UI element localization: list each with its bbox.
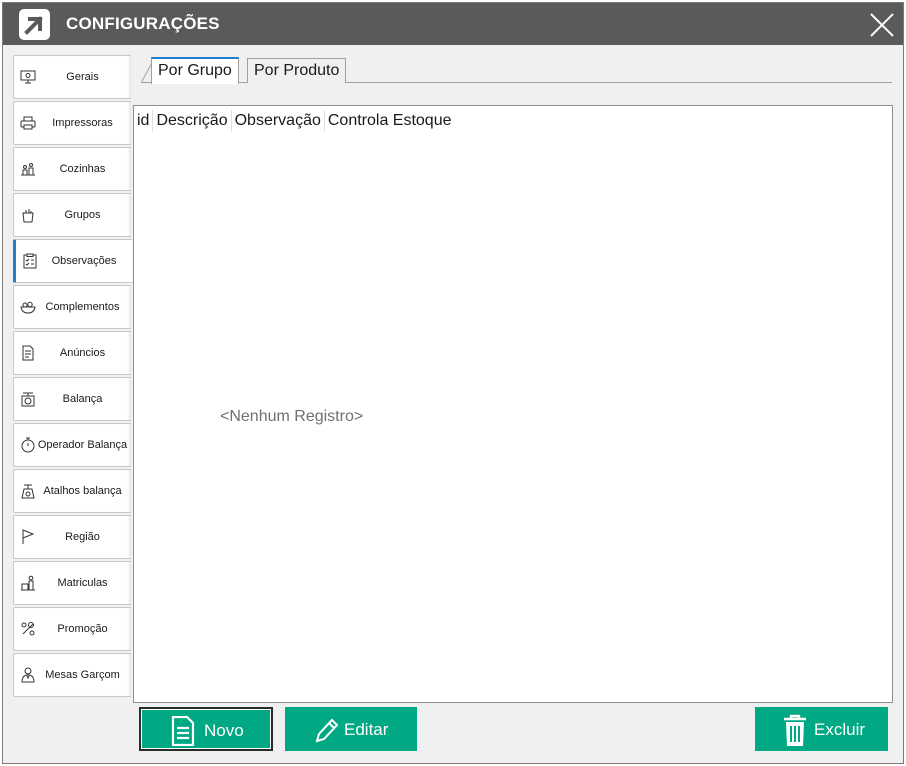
sidebar-item-gerais[interactable]: Gerais [13, 55, 131, 99]
monitor-gear-icon [20, 70, 36, 84]
sidebar-item-impressoras[interactable]: Impressoras [13, 101, 131, 145]
sidebar-item-mesas-garcom[interactable]: Mesas Garçom [13, 653, 131, 697]
clipboard-checklist-icon [23, 253, 37, 269]
sidebar-item-anuncios[interactable]: Anúncios [13, 331, 131, 375]
edit-button[interactable]: Editar [285, 707, 417, 751]
delete-button[interactable]: Excluir [755, 707, 888, 751]
sidebar-item-label: Mesas Garçom [45, 669, 120, 681]
config-window: CONFIGURAÇÕES Gerais Impressoras Cozinha… [2, 2, 904, 764]
waiter-icon [21, 667, 35, 683]
column-header-controla-estoque[interactable]: Controla Estoque [325, 110, 455, 132]
scale-shortcut-icon [21, 484, 35, 499]
sidebar-item-label: Impressoras [52, 117, 113, 129]
food-bowl-icon [20, 301, 36, 314]
sidebar-item-label: Balança [62, 393, 103, 405]
pencil-icon [315, 718, 339, 743]
close-button[interactable] [865, 8, 899, 42]
records-grid[interactable]: id Descrição Observação Controla Estoque… [133, 105, 893, 703]
title-bar: CONFIGURAÇÕES [3, 3, 903, 45]
user-registry-icon [21, 575, 35, 591]
sidebar-item-label: Complementos [45, 301, 120, 313]
scale-icon [21, 392, 35, 407]
sidebar-item-label: Observações [51, 255, 117, 267]
sidebar-item-complementos[interactable]: Complementos [13, 285, 131, 329]
close-icon [870, 13, 894, 37]
tab-por-produto[interactable]: Por Produto [247, 58, 347, 83]
sidebar-item-label: Atalhos balança [43, 485, 122, 497]
tab-por-grupo[interactable]: Por Grupo [151, 57, 239, 84]
sidebar-item-label: Operador Balança [37, 439, 128, 451]
sidebar-item-atalhos-balanca[interactable]: Atalhos balança [13, 469, 131, 513]
new-button[interactable]: Novo [139, 707, 273, 751]
sidebar-item-promocao[interactable]: Promoção [13, 607, 131, 651]
column-header-id[interactable]: id [134, 110, 154, 132]
sidebar-item-label: Promoção [57, 623, 108, 635]
sidebar-item-label: Anúncios [59, 347, 106, 359]
promotion-icon [21, 622, 35, 636]
sidebar-item-label: Cozinhas [59, 163, 106, 175]
new-button-label: Novo [204, 721, 244, 740]
arrow-up-right-icon [19, 9, 50, 40]
sidebar-item-label: Gerais [66, 71, 99, 83]
new-document-icon [171, 716, 195, 746]
sidebar-item-label: Grupos [64, 209, 101, 221]
edit-button-label: Editar [344, 720, 389, 739]
column-header-observacao[interactable]: Observação [232, 110, 325, 132]
delete-button-label: Excluir [814, 720, 866, 739]
grid-header: id Descrição Observação Controla Estoque [134, 110, 455, 132]
document-icon [22, 345, 34, 361]
sidebar-item-observacoes[interactable]: Observações [13, 239, 132, 283]
content-panel: Por Grupo Por Produto id Descrição Obser… [131, 55, 893, 753]
sidebar-item-regiao[interactable]: Região [13, 515, 131, 559]
empty-grid-message: <Nenhum Registro> [220, 408, 364, 425]
sidebar-item-label: Matriculas [57, 577, 108, 589]
printer-icon [20, 116, 36, 130]
sidebar-item-matriculas[interactable]: Matriculas [13, 561, 131, 605]
grocery-bag-icon [22, 209, 34, 223]
trash-icon [784, 714, 806, 746]
window-title: CONFIGURAÇÕES [66, 14, 220, 33]
column-header-descricao[interactable]: Descrição [153, 110, 232, 132]
tab-strip: Por Grupo Por Produto [141, 55, 892, 84]
flag-icon [22, 529, 35, 544]
action-bar: Novo Editar Excluir [131, 705, 892, 753]
stopwatch-icon [21, 437, 35, 453]
kitchen-icon [21, 163, 35, 176]
sidebar-item-operador-balanca[interactable]: Operador Balança [13, 423, 131, 467]
sidebar-item-grupos[interactable]: Grupos [13, 193, 131, 237]
sidebar-item-cozinhas[interactable]: Cozinhas [13, 147, 131, 191]
sidebar-item-balanca[interactable]: Balança [13, 377, 131, 421]
sidebar-item-label: Região [65, 531, 100, 543]
